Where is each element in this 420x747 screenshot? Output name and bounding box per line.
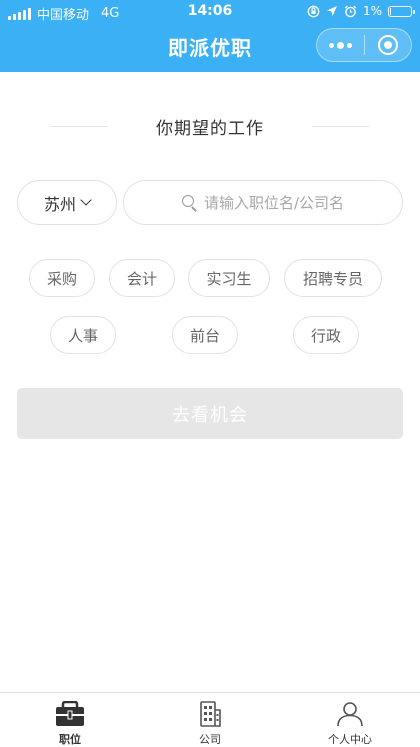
search-placeholder: 请输入职位名/公司名 [203,194,345,212]
tag-reception[interactable]: 前台 [172,316,238,354]
lock-rotation-icon [307,5,320,17]
battery-fill [390,7,391,15]
building-icon [200,701,221,727]
tab-companies[interactable]: 公司 [140,693,280,747]
location-arrow-icon [326,6,337,16]
more-button[interactable] [317,29,364,61]
tab-bar: 职位 公司 个人中心 [0,692,420,747]
tag-intern[interactable]: 实习生 [188,259,270,297]
section-title: 你期望的工作 [156,118,264,139]
tag-administration[interactable]: 行政 [293,316,359,354]
close-target-icon [377,35,398,55]
tag-accounting[interactable]: 会计 [109,259,175,297]
more-dot-center [336,41,344,49]
more-dot-right [346,42,352,48]
view-opportunities-button[interactable]: 去看机会 [17,388,403,439]
search-input[interactable]: 请输入职位名/公司名 [123,180,403,225]
status-right: 1% [307,4,415,18]
search-icon [181,194,198,211]
briefcase-icon [56,701,84,726]
tag-recruiter[interactable]: 招聘专员 [284,259,382,297]
battery-percent: 1% [362,4,382,18]
battery-icon [388,5,415,17]
tag-hr[interactable]: 人事 [50,316,116,354]
tab-jobs[interactable]: 职位 [0,693,140,747]
more-dots-icon [328,42,334,48]
mini-program-capsule [316,28,412,62]
chevron-down-icon [80,194,92,206]
status-bar: 中国移动 4G 14:06 1% [0,0,420,24]
tab-profile-label: 个人中心 [328,733,372,746]
city-label: 苏州 [43,194,76,214]
city-select[interactable]: 苏州 [17,180,117,225]
tab-jobs-label: 职位 [59,733,81,746]
section-heading: 你期望的工作 [0,114,420,139]
close-button[interactable] [365,29,412,61]
divider-left [50,125,108,127]
divider-right [312,125,370,127]
tab-companies-label: 公司 [199,733,221,746]
tag-procurement[interactable]: 采购 [29,259,95,297]
person-icon [337,702,363,727]
app-header: 中国移动 4G 14:06 1% 即派优职 [0,0,420,72]
alarm-icon [344,5,357,17]
tab-profile[interactable]: 个人中心 [280,693,420,747]
